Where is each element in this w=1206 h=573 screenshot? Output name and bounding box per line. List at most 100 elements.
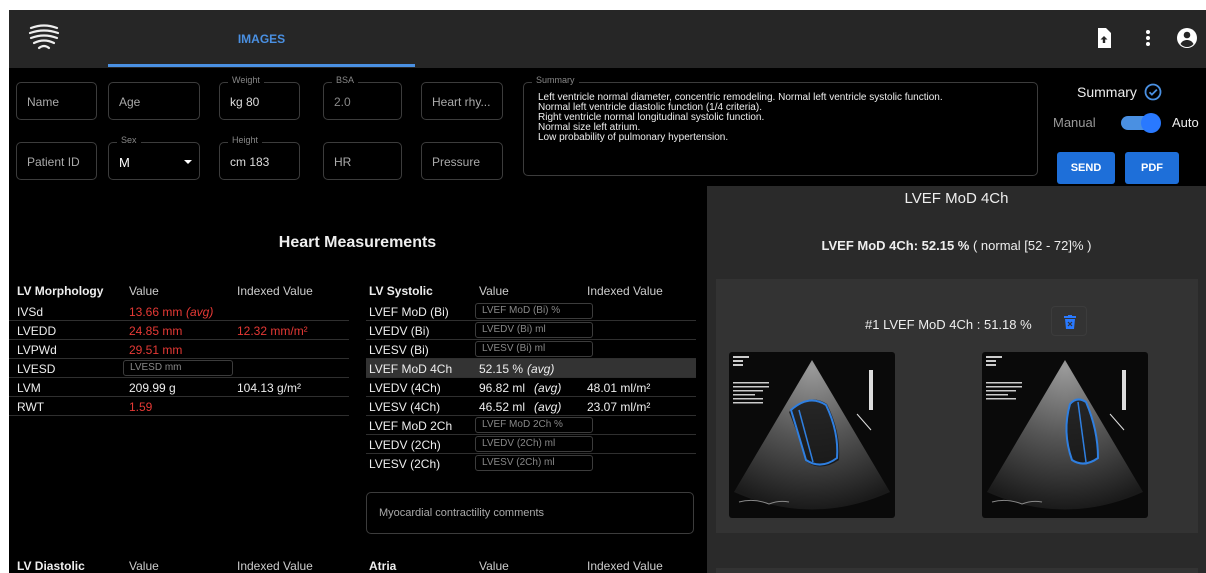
table-header: Value [479, 284, 509, 298]
toggle-knob [1141, 113, 1161, 133]
table-row-selected[interactable]: LVEF MoD 4Ch 52.15 % (avg) [366, 359, 696, 378]
row-label: LVESV (2Ch) [369, 457, 441, 471]
patient-id-placeholder: Patient ID [27, 155, 80, 169]
echo-image-systole[interactable] [982, 352, 1148, 518]
app-bar: IMAGES [9, 10, 1206, 68]
hr-field[interactable]: HR [323, 142, 402, 180]
lvef-mod-2ch-input[interactable]: LVEF MoD 2Ch % [475, 417, 593, 433]
measurements-section: Heart Measurements LV Morphology Value I… [9, 186, 706, 573]
bsa-value: 2.0 [334, 95, 351, 109]
file-upload-icon[interactable] [1092, 26, 1116, 50]
row-label: LVPWd [17, 343, 57, 357]
heart-logo-icon[interactable] [27, 22, 61, 52]
app-window: IMAGES Name Age Weight kg 80 BSA 2.0 Hea… [9, 10, 1206, 573]
summary-textarea[interactable]: Summary Left ventricle normal diameter, … [523, 75, 1038, 176]
tab-indicator [108, 64, 415, 67]
lvedv-bi-input[interactable]: LVEDV (Bi) ml [475, 322, 593, 338]
patient-id-field[interactable]: Patient ID [16, 142, 97, 180]
lvedv-2ch-input[interactable]: LVEDV (2Ch) ml [475, 436, 593, 452]
table-header: LV Diastolic [17, 559, 85, 573]
table-header: LV Morphology [17, 284, 104, 298]
table-row: LVESV (2Ch) LVESV (2Ch) ml [366, 454, 696, 473]
card-title: #1 LVEF MoD 4Ch : 51.18 % [865, 317, 1032, 332]
weight-value: kg 80 [230, 95, 260, 109]
manual-auto-toggle[interactable] [1121, 113, 1161, 133]
row-indexed: 48.01 ml/m² [587, 381, 651, 395]
summary-title: Summary [1077, 84, 1137, 100]
weight-field[interactable]: Weight kg 80 [219, 75, 300, 120]
delete-button[interactable] [1051, 306, 1087, 336]
table-header: Indexed Value [237, 284, 313, 298]
pressure-field[interactable]: Pressure [421, 142, 503, 180]
sex-select[interactable]: Sex M [108, 135, 200, 180]
sex-value: M [119, 155, 130, 170]
height-field[interactable]: Height cm 183 [219, 135, 300, 180]
table-row: LVEDV (2Ch) LVEDV (2Ch) ml [366, 435, 696, 454]
summary-text: Left ventricle normal diameter, concentr… [538, 92, 943, 143]
summary-label: Summary [532, 75, 579, 85]
heart-measurements-title: Heart Measurements [278, 234, 437, 251]
row-value: 1.59 [129, 400, 153, 414]
account-icon[interactable] [1175, 26, 1199, 50]
tab-images[interactable]: IMAGES [108, 10, 415, 68]
measurement-card: #1 LVEF MoD 4Ch : 51.18 % [716, 279, 1198, 533]
table-row: LVESV (4Ch) 46.52 ml (avg) 23.07 ml/m² [366, 397, 696, 416]
row-avg: (avg) [527, 362, 555, 376]
height-label: Height [228, 135, 263, 145]
auto-label: Auto [1172, 115, 1199, 130]
echo-ultrasound-graphic [986, 356, 1143, 510]
echo-ultrasound-graphic [733, 356, 890, 510]
row-value: 29.51 mm [129, 343, 183, 357]
lvesd-input[interactable]: LVESD mm [123, 360, 233, 376]
echo-image-diastole[interactable] [729, 352, 895, 518]
patient-form: Name Age Weight kg 80 BSA 2.0 Heart rhy.… [9, 68, 1206, 186]
heart-rhythm-field[interactable]: Heart rhy... [421, 82, 503, 120]
row-avg: (avg) [534, 381, 562, 395]
age-field[interactable]: Age [108, 82, 200, 120]
trash-icon [1064, 315, 1076, 329]
table-header: Value [129, 559, 159, 573]
more-vertical-icon[interactable] [1136, 26, 1160, 50]
name-placeholder: Name [27, 95, 60, 109]
table-row: LVM 209.99 g 104.13 g/m² [9, 378, 349, 397]
panel-result: LVEF MoD 4Ch: 52.15 % ( normal [52 - 72]… [707, 238, 1206, 253]
lvesv-2ch-input[interactable]: LVESV (2Ch) ml [475, 455, 593, 471]
send-button[interactable]: SEND [1057, 152, 1115, 184]
name-field[interactable]: Name [16, 82, 97, 120]
row-label: IVSd [17, 305, 44, 319]
row-label: LVESV (4Ch) [369, 400, 441, 414]
row-label: LVEDV (2Ch) [369, 438, 441, 452]
row-label: LVEDV (4Ch) [369, 381, 441, 395]
panel-title: LVEF MoD 4Ch [904, 190, 1009, 207]
row-indexed: 23.07 ml/m² [587, 400, 651, 414]
table-header: Value [479, 559, 509, 573]
row-label: LVEF MoD (Bi) [369, 305, 449, 319]
image-panel: LVEF MoD 4Ch LVEF MoD 4Ch: 52.15 % ( nor… [707, 186, 1206, 573]
check-circle-icon [1144, 83, 1162, 101]
table-row: LVEF MoD (Bi) LVEF MoD (Bi) % [366, 302, 696, 321]
lvef-mod-bi-input[interactable]: LVEF MoD (Bi) % [475, 303, 593, 319]
row-value: 13.66 mm [129, 305, 183, 319]
table-header: Indexed Value [587, 559, 663, 573]
pressure-placeholder: Pressure [432, 155, 481, 169]
hr-placeholder: HR [334, 155, 352, 169]
next-measurement-card [716, 568, 1198, 573]
row-indexed: 104.13 g/m² [237, 381, 302, 395]
row-value: 209.99 g [129, 381, 176, 395]
sex-label: Sex [117, 135, 141, 145]
bsa-field: BSA 2.0 [323, 75, 402, 120]
weight-label: Weight [228, 75, 264, 85]
row-label: LVEF MoD 4Ch [369, 362, 453, 376]
row-avg: (avg) [534, 400, 562, 414]
pdf-button[interactable]: PDF [1125, 152, 1179, 184]
myocardial-comments-input[interactable]: Myocardial contractility comments [366, 492, 694, 534]
row-label: LVEDD [17, 324, 57, 338]
lvesv-bi-input[interactable]: LVESV (Bi) ml [475, 341, 593, 357]
table-row: LVEDV (4Ch) 96.82 ml (avg) 48.01 ml/m² [366, 378, 696, 397]
table-header: Atria [369, 559, 397, 573]
result-range: ( normal [52 - 72]% ) [972, 238, 1092, 253]
row-value: 52.15 % [479, 362, 524, 376]
row-avg: (avg) [186, 305, 214, 319]
heart-rhythm-placeholder: Heart rhy... [432, 95, 491, 109]
row-value: 96.82 ml [479, 381, 526, 395]
